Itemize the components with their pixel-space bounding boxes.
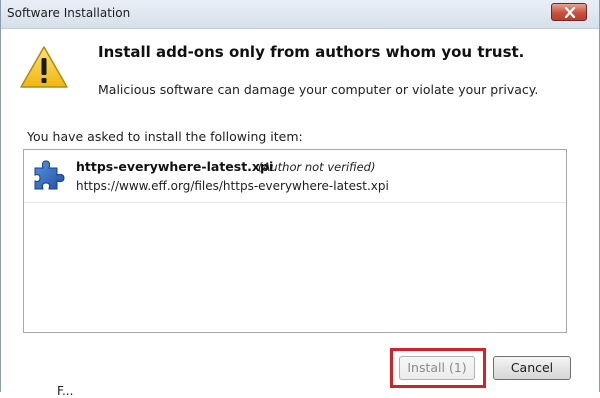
title-bar: Software Installation [1, 0, 599, 29]
close-icon [564, 7, 576, 18]
install-highlight-box [390, 348, 486, 388]
install-item-list[interactable]: https-everywhere-latest.xpi (Author not … [23, 149, 567, 333]
software-installation-dialog: Software Installation Install add-ons on… [0, 0, 600, 398]
dialog-heading: Install add-ons only from authors whom y… [98, 43, 525, 61]
window-title: Software Installation [7, 6, 131, 20]
item-author-note: (Author not verified) [258, 160, 376, 174]
item-url: https://www.eff.org/files/https-everywhe… [76, 179, 389, 193]
item-list-label: You have asked to install the following … [27, 129, 303, 144]
dialog-message: Malicious software can damage your compu… [98, 82, 539, 97]
footer-partial-text: F... [57, 384, 74, 398]
item-filename: https-everywhere-latest.xpi [76, 159, 274, 174]
list-item[interactable]: https-everywhere-latest.xpi (Author not … [24, 150, 566, 203]
close-button[interactable] [551, 3, 587, 21]
puzzle-piece-icon [34, 160, 65, 190]
warning-icon [20, 46, 68, 88]
cancel-button[interactable]: Cancel [493, 356, 571, 380]
